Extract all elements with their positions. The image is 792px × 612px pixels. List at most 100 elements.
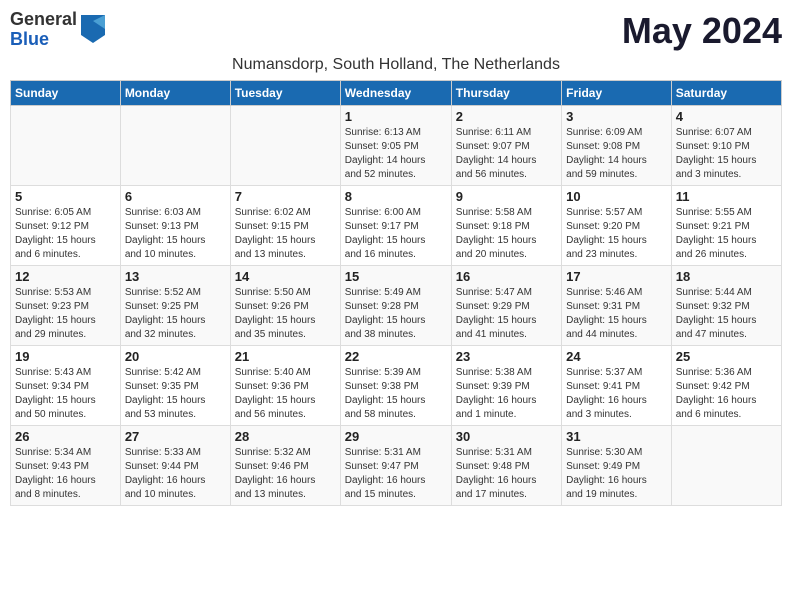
day-info: Sunrise: 5:43 AM Sunset: 9:34 PM Dayligh… — [15, 366, 116, 422]
day-info: Sunrise: 5:50 AM Sunset: 9:26 PM Dayligh… — [235, 286, 336, 342]
day-info: Sunrise: 5:42 AM Sunset: 9:35 PM Dayligh… — [125, 366, 226, 422]
day-number: 3 — [566, 109, 667, 124]
calendar-cell: 14 Sunrise: 5:50 AM Sunset: 9:26 PM Dayli… — [230, 266, 340, 346]
day-info: Sunrise: 5:38 AM Sunset: 9:39 PM Dayligh… — [456, 366, 557, 422]
calendar-cell — [120, 106, 230, 186]
day-number: 11 — [676, 189, 777, 204]
calendar-cell: 1 Sunrise: 6:13 AM Sunset: 9:05 PM Daylig… — [340, 106, 451, 186]
day-number: 17 — [566, 269, 667, 284]
calendar-cell: 17 Sunrise: 5:46 AM Sunset: 9:31 PM Dayli… — [562, 266, 672, 346]
day-number: 24 — [566, 349, 667, 364]
day-info: Sunrise: 5:37 AM Sunset: 9:41 PM Dayligh… — [566, 366, 667, 422]
calendar-cell: 31 Sunrise: 5:30 AM Sunset: 9:49 PM Dayli… — [562, 426, 672, 506]
week-row-2: 5Sunrise: 6:05 AM Sunset: 9:12 PM Daylig… — [11, 186, 782, 266]
day-info: Sunrise: 5:30 AM Sunset: 9:49 PM Dayligh… — [566, 446, 667, 502]
day-info: Sunrise: 6:09 AM Sunset: 9:08 PM Dayligh… — [566, 126, 667, 182]
calendar-cell: 18 Sunrise: 5:44 AM Sunset: 9:32 PM Dayli… — [671, 266, 781, 346]
logo-general: General — [10, 10, 77, 30]
day-info: Sunrise: 5:31 AM Sunset: 9:48 PM Dayligh… — [456, 446, 557, 502]
calendar-cell: 19Sunrise: 5:43 AM Sunset: 9:34 PM Dayli… — [11, 346, 121, 426]
day-number: 18 — [676, 269, 777, 284]
day-info: Sunrise: 5:44 AM Sunset: 9:32 PM Dayligh… — [676, 286, 777, 342]
day-info: Sunrise: 5:53 AM Sunset: 9:23 PM Dayligh… — [15, 286, 116, 342]
calendar-cell: 16Sunrise: 5:47 AM Sunset: 9:29 PM Dayli… — [451, 266, 561, 346]
day-number: 31 — [566, 429, 667, 444]
day-number: 10 — [566, 189, 667, 204]
calendar-cell: 8 Sunrise: 6:00 AM Sunset: 9:17 PM Daylig… — [340, 186, 451, 266]
calendar-cell — [671, 426, 781, 506]
logo: General Blue — [10, 10, 105, 50]
calendar-cell: 30 Sunrise: 5:31 AM Sunset: 9:48 PM Dayli… — [451, 426, 561, 506]
calendar-cell: 9 Sunrise: 5:58 AM Sunset: 9:18 PM Daylig… — [451, 186, 561, 266]
logo-icon — [81, 15, 105, 43]
day-info: Sunrise: 5:34 AM Sunset: 9:43 PM Dayligh… — [15, 446, 116, 502]
calendar-cell: 28 Sunrise: 5:32 AM Sunset: 9:46 PM Dayli… — [230, 426, 340, 506]
calendar-cell — [230, 106, 340, 186]
week-row-5: 26 Sunrise: 5:34 AM Sunset: 9:43 PM Dayli… — [11, 426, 782, 506]
day-number: 30 — [456, 429, 557, 444]
calendar-cell: 10 Sunrise: 5:57 AM Sunset: 9:20 PM Dayli… — [562, 186, 672, 266]
day-number: 13 — [125, 269, 226, 284]
header-thursday: Thursday — [451, 81, 561, 106]
day-number: 21 — [235, 349, 336, 364]
header-saturday: Saturday — [671, 81, 781, 106]
calendar-cell — [11, 106, 121, 186]
day-info: Sunrise: 5:33 AM Sunset: 9:44 PM Dayligh… — [125, 446, 226, 502]
day-info: Sunrise: 5:55 AM Sunset: 9:21 PM Dayligh… — [676, 206, 777, 262]
calendar-table: SundayMondayTuesdayWednesdayThursdayFrid… — [10, 80, 782, 506]
day-info: Sunrise: 6:13 AM Sunset: 9:05 PM Dayligh… — [345, 126, 447, 182]
calendar-cell: 11 Sunrise: 5:55 AM Sunset: 9:21 PM Dayli… — [671, 186, 781, 266]
calendar-cell: 6Sunrise: 6:03 AM Sunset: 9:13 PM Daylig… — [120, 186, 230, 266]
calendar-cell: 3 Sunrise: 6:09 AM Sunset: 9:08 PM Daylig… — [562, 106, 672, 186]
calendar-cell: 12 Sunrise: 5:53 AM Sunset: 9:23 PM Dayli… — [11, 266, 121, 346]
calendar-cell: 4 Sunrise: 6:07 AM Sunset: 9:10 PM Daylig… — [671, 106, 781, 186]
calendar-cell: 7Sunrise: 6:02 AM Sunset: 9:15 PM Daylig… — [230, 186, 340, 266]
day-number: 4 — [676, 109, 777, 124]
day-info: Sunrise: 6:07 AM Sunset: 9:10 PM Dayligh… — [676, 126, 777, 182]
day-info: Sunrise: 5:49 AM Sunset: 9:28 PM Dayligh… — [345, 286, 447, 342]
day-number: 14 — [235, 269, 336, 284]
calendar-cell: 27 Sunrise: 5:33 AM Sunset: 9:44 PM Dayli… — [120, 426, 230, 506]
day-number: 2 — [456, 109, 557, 124]
day-info: Sunrise: 5:58 AM Sunset: 9:18 PM Dayligh… — [456, 206, 557, 262]
day-number: 7 — [235, 189, 336, 204]
day-number: 20 — [125, 349, 226, 364]
calendar-cell: 24 Sunrise: 5:37 AM Sunset: 9:41 PM Dayli… — [562, 346, 672, 426]
day-info: Sunrise: 5:52 AM Sunset: 9:25 PM Dayligh… — [125, 286, 226, 342]
day-info: Sunrise: 6:00 AM Sunset: 9:17 PM Dayligh… — [345, 206, 447, 262]
calendar-cell: 5Sunrise: 6:05 AM Sunset: 9:12 PM Daylig… — [11, 186, 121, 266]
week-row-3: 12 Sunrise: 5:53 AM Sunset: 9:23 PM Dayli… — [11, 266, 782, 346]
day-number: 27 — [125, 429, 226, 444]
day-number: 12 — [15, 269, 116, 284]
calendar-header-row: SundayMondayTuesdayWednesdayThursdayFrid… — [11, 81, 782, 106]
day-info: Sunrise: 5:46 AM Sunset: 9:31 PM Dayligh… — [566, 286, 667, 342]
day-number: 22 — [345, 349, 447, 364]
logo-blue: Blue — [10, 30, 77, 50]
month-title: May 2024 — [622, 10, 782, 52]
calendar-cell: 20 Sunrise: 5:42 AM Sunset: 9:35 PM Dayli… — [120, 346, 230, 426]
calendar-cell: 21 Sunrise: 5:40 AM Sunset: 9:36 PM Dayli… — [230, 346, 340, 426]
day-info: Sunrise: 5:31 AM Sunset: 9:47 PM Dayligh… — [345, 446, 447, 502]
day-number: 9 — [456, 189, 557, 204]
day-number: 28 — [235, 429, 336, 444]
calendar-cell: 22 Sunrise: 5:39 AM Sunset: 9:38 PM Dayli… — [340, 346, 451, 426]
day-info: Sunrise: 5:40 AM Sunset: 9:36 PM Dayligh… — [235, 366, 336, 422]
week-row-4: 19Sunrise: 5:43 AM Sunset: 9:34 PM Dayli… — [11, 346, 782, 426]
day-number: 16 — [456, 269, 557, 284]
day-info: Sunrise: 5:57 AM Sunset: 9:20 PM Dayligh… — [566, 206, 667, 262]
calendar-cell: 2Sunrise: 6:11 AM Sunset: 9:07 PM Daylig… — [451, 106, 561, 186]
day-number: 1 — [345, 109, 447, 124]
calendar-cell: 13 Sunrise: 5:52 AM Sunset: 9:25 PM Dayli… — [120, 266, 230, 346]
day-number: 15 — [345, 269, 447, 284]
calendar-cell: 23 Sunrise: 5:38 AM Sunset: 9:39 PM Dayli… — [451, 346, 561, 426]
day-number: 8 — [345, 189, 447, 204]
header-sunday: Sunday — [11, 81, 121, 106]
day-number: 23 — [456, 349, 557, 364]
day-number: 26 — [15, 429, 116, 444]
day-info: Sunrise: 5:39 AM Sunset: 9:38 PM Dayligh… — [345, 366, 447, 422]
day-info: Sunrise: 5:32 AM Sunset: 9:46 PM Dayligh… — [235, 446, 336, 502]
day-info: Sunrise: 6:05 AM Sunset: 9:12 PM Dayligh… — [15, 206, 116, 262]
day-number: 6 — [125, 189, 226, 204]
day-number: 25 — [676, 349, 777, 364]
calendar-cell: 15 Sunrise: 5:49 AM Sunset: 9:28 PM Dayli… — [340, 266, 451, 346]
